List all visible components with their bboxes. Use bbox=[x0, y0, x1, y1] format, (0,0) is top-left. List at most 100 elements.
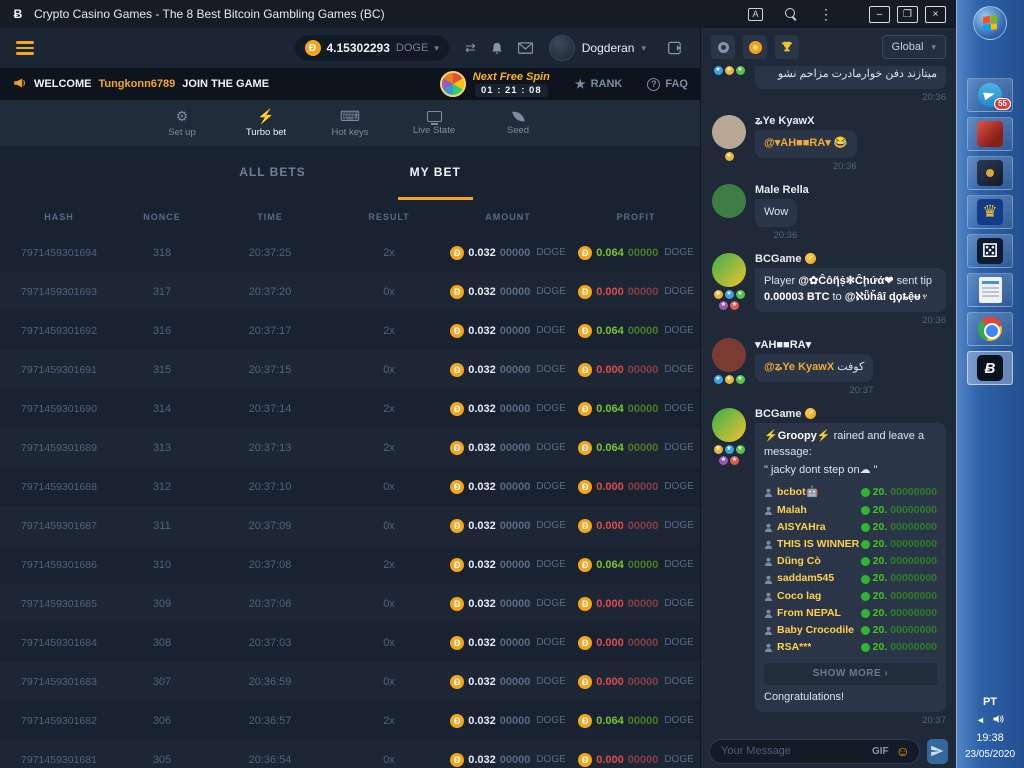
bet-row[interactable]: 7971459301694 318 20:37:25 2x Ð 0.032000… bbox=[0, 233, 700, 272]
taskbar-telegram[interactable]: 55 bbox=[967, 78, 1013, 112]
taskbar-game-dark[interactable] bbox=[967, 156, 1013, 190]
doge-coin-icon: Ð bbox=[578, 753, 592, 767]
chat-rewards-button[interactable] bbox=[743, 35, 767, 59]
avatar[interactable] bbox=[712, 184, 746, 218]
control-tab-keyboard[interactable]: ⌨ Hot keys bbox=[322, 108, 378, 138]
rain-recipient-name[interactable]: RSA*** bbox=[764, 640, 811, 655]
doge-coin-icon: Ð bbox=[450, 480, 464, 494]
chat-username-row: ▾AH■■RA▾ ✓ bbox=[755, 338, 946, 351]
rain-recipient-name[interactable]: Malah bbox=[764, 503, 807, 518]
maximize-button[interactable]: ❐ bbox=[897, 6, 918, 23]
clock-time[interactable]: 19:38 bbox=[976, 732, 1004, 744]
rain-recipient-name[interactable]: Dũng Cò bbox=[764, 554, 821, 569]
rain-recipient-name[interactable]: AISYAHra bbox=[764, 520, 826, 535]
chat-games-button[interactable] bbox=[711, 35, 735, 59]
mention[interactable]: @▾AH■■RA▾ bbox=[764, 137, 831, 149]
bet-row[interactable]: 7971459301692 316 20:37:17 2x Ð 0.032000… bbox=[0, 311, 700, 350]
avatar[interactable] bbox=[712, 338, 746, 372]
taskbar-crown[interactable]: ♛ bbox=[967, 195, 1013, 229]
avatar[interactable] bbox=[712, 408, 746, 442]
mail-icon[interactable] bbox=[518, 42, 533, 54]
gif-button[interactable]: GIF bbox=[872, 746, 889, 757]
swap-icon[interactable]: ⇄ bbox=[465, 40, 476, 56]
bet-row[interactable]: 7971459301691 315 20:37:15 0x Ð 0.032000… bbox=[0, 350, 700, 389]
taskbar-bc-app[interactable]: Ƀ bbox=[967, 351, 1013, 385]
tab-all-bets[interactable]: ALL BETS bbox=[227, 146, 317, 200]
taskbar-dice[interactable]: ⚄ bbox=[967, 234, 1013, 268]
show-more-button[interactable]: SHOW MORE › bbox=[764, 663, 937, 686]
bet-row[interactable]: 7971459301688 312 20:37:10 0x Ð 0.032000… bbox=[0, 467, 700, 506]
chat-username[interactable]: BCGame bbox=[755, 253, 801, 265]
rain-recipient-name[interactable]: Coco lag bbox=[764, 589, 821, 604]
language-indicator[interactable]: PT bbox=[983, 696, 997, 708]
medal-icon: ★ bbox=[714, 66, 723, 75]
balance-dropdown[interactable]: Ð 4.15302293 DOGE ▾ bbox=[295, 35, 449, 61]
menu-dots-icon[interactable]: ⋮ bbox=[819, 7, 833, 21]
rain-recipient-row: AISYAHra20.00000000 bbox=[764, 519, 937, 536]
rain-amount: 20.00000000 bbox=[861, 589, 937, 604]
taskbar-document[interactable] bbox=[967, 273, 1013, 307]
start-button[interactable] bbox=[973, 6, 1007, 40]
free-spin-block[interactable]: Next Free Spin 01 : 21 : 08 bbox=[473, 71, 550, 97]
control-tab-seed[interactable]: Seed bbox=[490, 111, 546, 136]
spin-wheel-icon[interactable] bbox=[440, 71, 466, 97]
search-icon[interactable] bbox=[785, 8, 797, 20]
chat-avatar-column: ★★★ bbox=[711, 66, 747, 105]
control-tab-lightning[interactable]: ⚡ Turbo bet bbox=[238, 108, 294, 138]
chat-username[interactable]: ʑYe KyawX bbox=[755, 115, 814, 127]
translate-icon[interactable]: A bbox=[748, 8, 763, 21]
rank-label: RANK bbox=[591, 78, 623, 90]
control-tab-monitor[interactable]: Live State bbox=[406, 111, 462, 136]
tab-my-bet[interactable]: MY BET bbox=[398, 146, 473, 200]
bet-row[interactable]: 7971459301685 309 20:37:06 0x Ð 0.032000… bbox=[0, 584, 700, 623]
column-header-time: TIME bbox=[206, 212, 334, 222]
chat-bubble: @Zecsbhkrvrb دارم کیرمو بقلاشوق میتازند … bbox=[755, 66, 946, 89]
rain-recipient-name[interactable]: From NEPAL bbox=[764, 606, 841, 621]
avatar[interactable] bbox=[712, 115, 746, 149]
chat-contest-button[interactable] bbox=[775, 35, 799, 59]
tray-expand-icon[interactable]: ◄ bbox=[976, 715, 985, 725]
bet-row[interactable]: 7971459301683 307 20:36:59 0x Ð 0.032000… bbox=[0, 662, 700, 701]
bet-row[interactable]: 7971459301682 306 20:36:57 2x Ð 0.032000… bbox=[0, 701, 700, 740]
avatar[interactable] bbox=[712, 253, 746, 287]
bet-row[interactable]: 7971459301686 310 20:37:08 2x Ð 0.032000… bbox=[0, 545, 700, 584]
taskbar-chrome[interactable] bbox=[967, 312, 1013, 346]
bet-result: 2x bbox=[334, 247, 444, 259]
rain-recipient-name[interactable]: Baby Crocodile bbox=[764, 623, 854, 638]
rain-recipient-name[interactable]: saddam545 bbox=[764, 571, 834, 586]
bet-row[interactable]: 7971459301689 313 20:37:13 2x Ð 0.032000… bbox=[0, 428, 700, 467]
bet-row[interactable]: 7971459301690 314 20:37:14 2x Ð 0.032000… bbox=[0, 389, 700, 428]
mention[interactable]: @ʑYe KyawX bbox=[764, 361, 834, 373]
rain-recipient-name[interactable]: bcbot🤖 bbox=[764, 485, 819, 500]
user-menu[interactable]: Dogderan ▾ bbox=[549, 35, 646, 61]
bet-amount: Ð 0.03200000DOGE bbox=[444, 480, 572, 494]
menu-button[interactable] bbox=[16, 41, 34, 55]
medal-icon: ★ bbox=[730, 456, 739, 465]
chat-username[interactable]: Male Rella bbox=[755, 184, 809, 196]
control-tab-label: Live State bbox=[413, 125, 455, 136]
bet-row[interactable]: 7971459301684 308 20:37:03 0x Ð 0.032000… bbox=[0, 623, 700, 662]
rain-recipient-name[interactable]: THIS IS WINNER bbox=[764, 537, 859, 552]
bet-row[interactable]: 7971459301693 317 20:37:20 0x Ð 0.032000… bbox=[0, 272, 700, 311]
chat-username[interactable]: ▾AH■■RA▾ bbox=[755, 338, 811, 351]
emoji-button[interactable]: ☺ bbox=[896, 744, 910, 758]
chat-avatar-column: ★★★★★ bbox=[711, 408, 747, 728]
speaker-icon[interactable] bbox=[992, 713, 1004, 727]
minimize-button[interactable]: – bbox=[869, 6, 890, 23]
chat-toggle-icon[interactable] bbox=[668, 41, 684, 55]
bet-row[interactable]: 7971459301681 305 20:36:54 0x Ð 0.032000… bbox=[0, 740, 700, 768]
bet-hash: 7971459301691 bbox=[0, 364, 118, 376]
taskbar-game-red[interactable] bbox=[967, 117, 1013, 151]
bet-row[interactable]: 7971459301687 311 20:37:09 0x Ð 0.032000… bbox=[0, 506, 700, 545]
clock-date[interactable]: 23/05/2020 bbox=[965, 749, 1015, 760]
send-button[interactable] bbox=[927, 739, 948, 764]
welcome-username[interactable]: Tungkonn6789 bbox=[98, 78, 175, 90]
chat-username[interactable]: BCGame bbox=[755, 408, 801, 420]
message-input[interactable] bbox=[719, 744, 865, 758]
rank-link[interactable]: ★ RANK bbox=[575, 77, 623, 91]
bell-icon[interactable] bbox=[490, 41, 504, 55]
faq-link[interactable]: ? FAQ bbox=[647, 78, 688, 91]
close-button[interactable]: × bbox=[925, 6, 946, 23]
chat-channel-dropdown[interactable]: Global ▾ bbox=[882, 35, 946, 59]
control-tab-gear[interactable]: ⚙ Set up bbox=[154, 108, 210, 138]
